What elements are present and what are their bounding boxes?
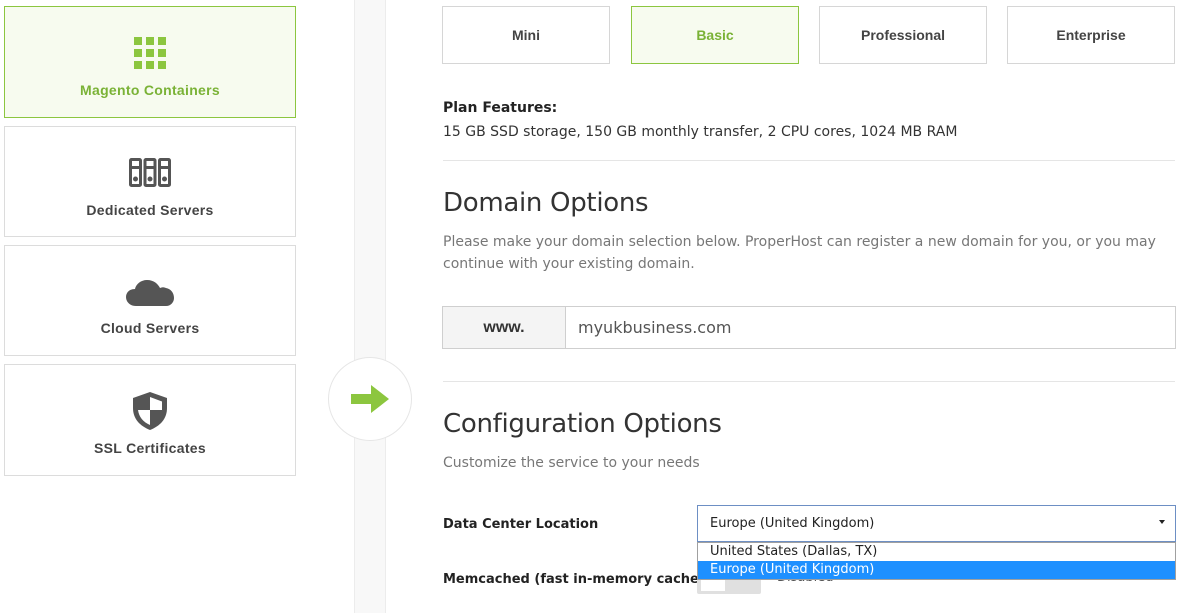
plan-tab-enterprise[interactable]: Enterprise xyxy=(1007,6,1175,64)
dropdown-option[interactable]: Europe (United Kingdom) xyxy=(698,561,1175,579)
plan-tab-professional[interactable]: Professional xyxy=(819,6,987,64)
divider xyxy=(443,381,1175,382)
category-cloud-servers[interactable]: Cloud Servers xyxy=(4,245,296,356)
datacenter-dropdown-list: United States (Dallas, TX) Europe (Unite… xyxy=(697,542,1176,580)
category-dedicated-servers[interactable]: Dedicated Servers xyxy=(4,126,296,237)
configuration-options-title: Configuration Options xyxy=(443,409,722,439)
plan-tab-basic[interactable]: Basic xyxy=(631,6,799,64)
dropdown-option[interactable]: United States (Dallas, TX) xyxy=(698,543,1175,561)
divider-strip xyxy=(354,0,386,613)
category-ssl-certificates[interactable]: SSL Certificates xyxy=(4,364,296,476)
domain-input[interactable] xyxy=(566,307,1175,348)
category-label: Magento Containers xyxy=(80,82,220,98)
servers-icon xyxy=(5,158,295,188)
next-step-button[interactable] xyxy=(328,357,412,441)
cloud-icon xyxy=(5,280,295,306)
domain-options-description: Please make your domain selection below.… xyxy=(443,234,1156,272)
datacenter-label: Data Center Location xyxy=(443,517,599,532)
memcached-label: Memcached (fast in-memory cache) xyxy=(443,572,705,587)
category-label: SSL Certificates xyxy=(94,440,206,456)
datacenter-selected-value: Europe (United Kingdom) xyxy=(710,516,875,531)
caret-down-icon xyxy=(1159,520,1165,524)
arrow-right-icon xyxy=(351,385,389,413)
configuration-options-description: Customize the service to your needs xyxy=(443,455,700,471)
plan-features-text: 15 GB SSD storage, 150 GB monthly transf… xyxy=(443,124,958,140)
domain-options-title: Domain Options xyxy=(443,188,649,218)
domain-prefix: www. xyxy=(443,307,566,348)
category-label: Dedicated Servers xyxy=(86,202,214,218)
grid-icon xyxy=(5,37,295,69)
domain-input-group: www. xyxy=(442,306,1176,349)
divider xyxy=(443,160,1175,161)
plan-features-title: Plan Features: xyxy=(443,100,558,116)
category-label: Cloud Servers xyxy=(100,320,200,336)
shield-icon xyxy=(5,392,295,430)
plan-tab-mini[interactable]: Mini xyxy=(442,6,610,64)
category-magento-containers[interactable]: Magento Containers xyxy=(4,6,296,118)
datacenter-select[interactable]: Europe (United Kingdom) xyxy=(697,505,1176,542)
